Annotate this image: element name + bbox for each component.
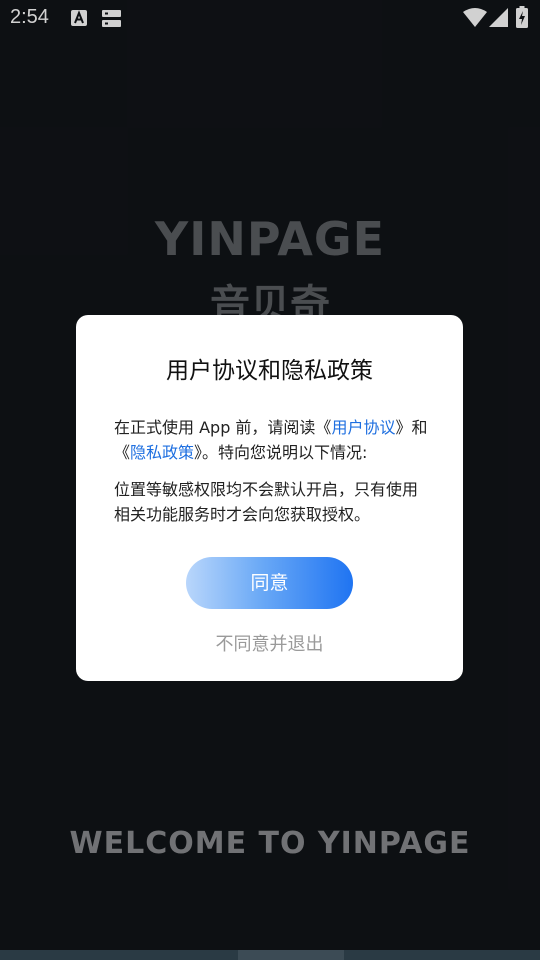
- screen: 2:54 YINPAGE 音贝奇 WELCOME TO YINPAGE 用户协议: [0, 0, 540, 960]
- dialog-paragraph-1: 在正式使用 App 前，请阅读《用户协议》和《隐私政策》。特向您说明以下情况:: [114, 415, 432, 465]
- dialog-paragraph-2: 位置等敏感权限均不会默认开启，只有使用相关功能服务时才会向您获取授权。: [114, 480, 419, 524]
- agree-button[interactable]: 同意: [186, 557, 353, 609]
- user-agreement-link[interactable]: 用户协议: [331, 418, 395, 437]
- privacy-policy-link[interactable]: 隐私政策: [130, 443, 194, 462]
- bottom-strip: [0, 950, 540, 960]
- bottom-strip-segment: [238, 950, 344, 960]
- dialog-title: 用户协议和隐私政策: [166, 358, 373, 384]
- dialog-body: 在正式使用 App 前，请阅读《用户协议》和《隐私政策》。特向您说明以下情况: …: [114, 415, 432, 527]
- para1-prefix: 在正式使用 App 前，请阅读《: [114, 418, 332, 437]
- privacy-dialog: 用户协议和隐私政策 在正式使用 App 前，请阅读《用户协议》和《隐私政策》。特…: [76, 315, 463, 681]
- decline-and-exit-button[interactable]: 不同意并退出: [76, 630, 463, 656]
- para1-suffix: 》。特向您说明以下情况:: [194, 443, 368, 462]
